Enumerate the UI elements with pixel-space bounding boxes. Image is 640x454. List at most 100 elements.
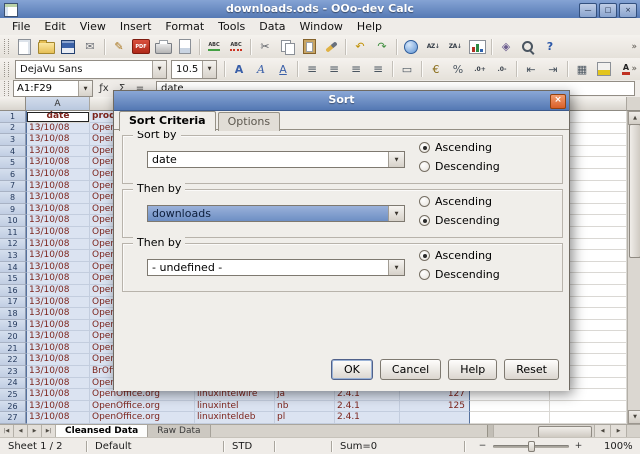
row-header-25[interactable]: 25 [0,389,26,401]
menu-edit[interactable]: Edit [37,19,72,34]
menu-help[interactable]: Help [350,19,389,34]
ascending-radio-2[interactable]: Ascending [419,194,492,209]
italic-icon[interactable]: A [250,59,272,79]
sort-descending-icon[interactable]: ZA↓ [444,37,466,57]
horizontal-scrollbar-track[interactable] [493,425,594,437]
reset-button[interactable]: Reset [504,359,559,380]
cell-A11[interactable]: 13/10/08 [26,227,90,239]
sum-indicator[interactable]: Sum=0 [332,438,464,454]
row-header-15[interactable]: 15 [0,273,26,285]
toolbar-drag-handle[interactable] [4,39,9,54]
align-right-icon[interactable]: ≡ [345,59,367,79]
cell-C26[interactable]: linuxintel [195,401,275,413]
increase-indent-icon[interactable]: ⇥ [542,59,564,79]
row-header-17[interactable]: 17 [0,297,26,309]
horizontal-scrollbar[interactable]: ◀ ▶ [493,425,626,437]
cell-F27[interactable] [400,412,470,424]
dialog-tab-options[interactable]: Options [218,112,280,131]
descending-radio-1[interactable]: Descending [419,159,500,174]
cell-E27[interactable]: 2.4.1 [335,412,400,424]
cell-G27[interactable] [470,412,550,424]
ok-button[interactable]: OK [331,359,373,380]
copy-icon[interactable] [276,37,298,57]
zoom-icon[interactable] [517,37,539,57]
font-name-combo[interactable]: DejaVu Sans ▼ [15,60,167,79]
sheet-indicator[interactable]: Sheet 1 / 2 [0,438,86,454]
cell-A10[interactable]: 13/10/08 [26,215,90,227]
borders-icon[interactable]: ▦ [571,59,593,79]
cell-A9[interactable]: 13/10/08 [26,204,90,216]
align-center-icon[interactable]: ≡ [323,59,345,79]
row-header-13[interactable]: 13 [0,250,26,262]
cell-A18[interactable]: 13/10/08 [26,308,90,320]
row-header-20[interactable]: 20 [0,331,26,343]
row-header-12[interactable]: 12 [0,239,26,251]
align-left-icon[interactable]: ≡ [301,59,323,79]
row-header-1[interactable]: 1 [0,111,26,123]
close-button[interactable]: × [619,3,637,18]
selection-mode-indicator[interactable]: STD [224,438,274,454]
row-header-5[interactable]: 5 [0,157,26,169]
open-icon[interactable] [35,37,57,57]
help-button[interactable]: Help [448,359,497,380]
percent-format-icon[interactable]: % [447,59,469,79]
cell-A13[interactable]: 13/10/08 [26,250,90,262]
menu-file[interactable]: File [5,19,37,34]
cell-D26[interactable]: nb [275,401,335,413]
row-header-16[interactable]: 16 [0,285,26,297]
new-document-icon[interactable] [13,37,35,57]
row-header-21[interactable]: 21 [0,343,26,355]
cell-D27[interactable]: pl [275,412,335,424]
cell-A14[interactable]: 13/10/08 [26,262,90,274]
auto-spellcheck-icon[interactable]: ABC [225,37,247,57]
row-header-18[interactable]: 18 [0,308,26,320]
cell-A24[interactable]: 13/10/08 [26,378,90,390]
edit-file-icon[interactable]: ✎ [108,37,130,57]
cut-icon[interactable]: ✂ [254,37,276,57]
print-icon[interactable] [152,37,174,57]
zoom-slider-track[interactable] [493,445,569,448]
font-size-combo[interactable]: 10.5 ▼ [171,60,217,79]
row-header-4[interactable]: 4 [0,146,26,158]
descending-radio-2[interactable]: Descending [419,213,500,228]
scroll-right-icon[interactable]: ▶ [610,425,626,437]
cell-A20[interactable]: 13/10/08 [26,331,90,343]
sheet-tab-cleansed-data[interactable]: Cleansed Data [56,425,148,437]
row-header-26[interactable]: 26 [0,401,26,413]
cell-A21[interactable]: 13/10/08 [26,343,90,355]
row-header-27[interactable]: 27 [0,412,26,424]
dialog-tab-sort-criteria[interactable]: Sort Criteria [119,111,216,131]
cell-A6[interactable]: 13/10/08 [26,169,90,181]
save-icon[interactable] [57,37,79,57]
last-sheet-button[interactable]: ▶| [42,425,56,437]
chevron-down-icon[interactable]: ▼ [202,61,216,78]
email-icon[interactable]: ✉ [79,37,101,57]
sort-key-combo-3[interactable]: - undefined -▼ [147,259,405,276]
cell-A23[interactable]: 13/10/08 [26,366,90,378]
help-icon[interactable]: ? [539,37,561,57]
menu-format[interactable]: Format [158,19,211,34]
vertical-scrollbar-thumb[interactable] [629,124,640,258]
delete-decimal-icon[interactable]: .0- [491,59,513,79]
toolbar-overflow-icon[interactable]: » [631,64,637,74]
cell-A1[interactable]: date [26,111,90,123]
chevron-down-icon[interactable]: ▼ [388,260,404,275]
name-box[interactable]: A1:F29 ▼ [13,80,93,97]
row-header-3[interactable]: 3 [0,134,26,146]
minimize-button[interactable]: — [579,3,597,18]
chevron-down-icon[interactable]: ▼ [388,206,404,221]
sort-ascending-icon[interactable]: AZ↓ [422,37,444,57]
redo-icon[interactable]: ↷ [371,37,393,57]
cell-A7[interactable]: 13/10/08 [26,181,90,193]
format-paintbrush-icon[interactable] [320,37,342,57]
toolbar-drag-handle[interactable] [4,62,9,77]
scroll-down-icon[interactable]: ▼ [628,410,640,424]
chevron-down-icon[interactable]: ▼ [152,61,166,78]
cell-A12[interactable]: 13/10/08 [26,239,90,251]
cell-A19[interactable]: 13/10/08 [26,320,90,332]
row-header-11[interactable]: 11 [0,227,26,239]
cell-A15[interactable]: 13/10/08 [26,273,90,285]
cell-H26[interactable] [550,401,627,413]
select-all-corner[interactable] [0,97,26,111]
insert-chart-icon[interactable] [466,37,488,57]
